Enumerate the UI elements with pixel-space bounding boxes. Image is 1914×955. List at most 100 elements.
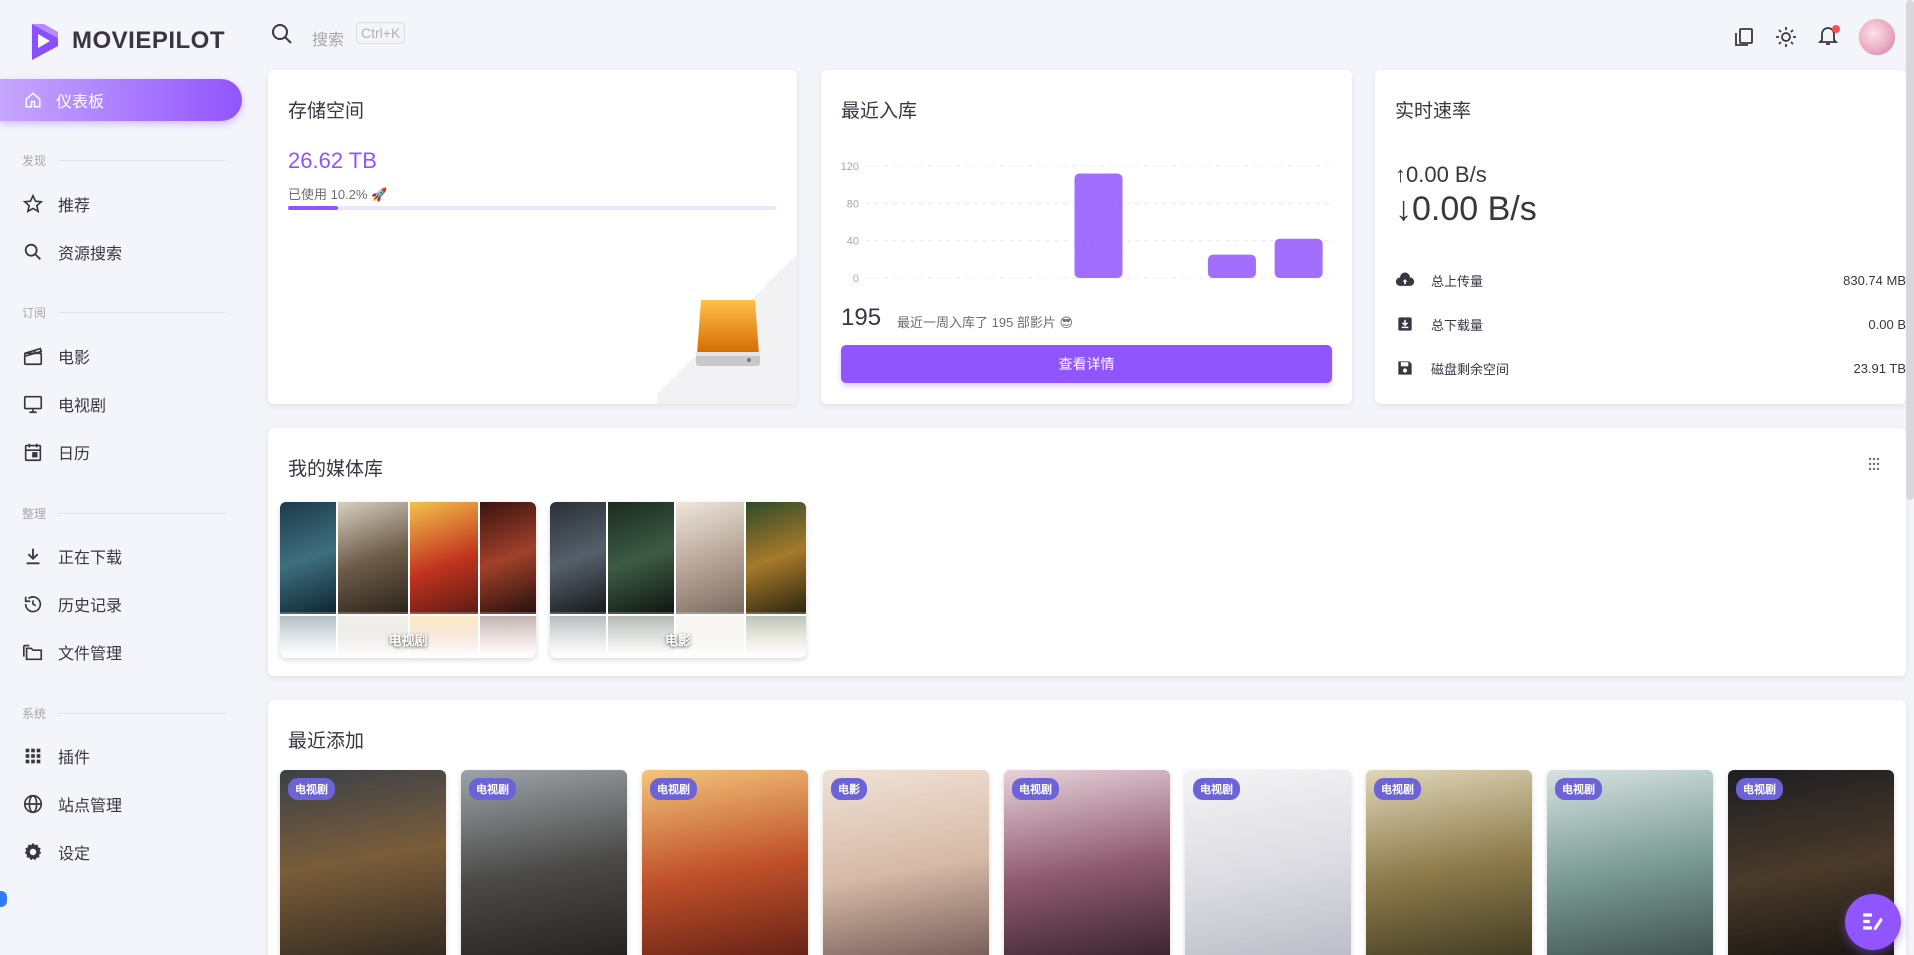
stat-label: 磁盘剩余空间: [1431, 361, 1510, 377]
media-library-title: 我的媒体库: [288, 459, 384, 480]
topbar-actions: [1732, 18, 1896, 56]
media-card[interactable]: 电视剧: [1185, 770, 1351, 955]
sidebar-item-recommend[interactable]: 推荐: [22, 189, 90, 219]
sidebar-item-movie[interactable]: 电影: [22, 341, 90, 371]
hard-drive-icon: [696, 300, 760, 366]
history-icon: [24, 596, 42, 613]
media-card[interactable]: 电视剧: [642, 770, 808, 955]
section-title-organize: 整理: [22, 505, 226, 522]
drag-grid-icon[interactable]: [1866, 456, 1882, 472]
sidebar: MOVIEPILOT 仪表板 发现 推荐 资源搜索 订阅 电影 电视剧 日历 整…: [0, 0, 260, 955]
media-card[interactable]: 电视剧: [280, 770, 446, 955]
media-card[interactable]: 电视剧: [1004, 770, 1170, 955]
stat-label: 总上传量: [1431, 273, 1484, 289]
sidebar-item-label: 资源搜索: [58, 246, 123, 263]
stat-value: 23.91 TB: [1853, 360, 1906, 376]
search-input[interactable]: 搜索: [312, 26, 344, 50]
media-card[interactable]: 电视剧: [1547, 770, 1713, 955]
notification-dot: [1832, 24, 1840, 33]
sidebar-item-plugins[interactable]: 插件: [22, 741, 90, 771]
library-tile-movie[interactable]: 电影: [550, 502, 806, 658]
quick-action-button[interactable]: [1845, 894, 1901, 950]
poster: [338, 502, 408, 614]
media-type-badge: 电视剧: [1736, 778, 1783, 800]
storage-total: 26.62 TB: [288, 148, 377, 173]
chart-bar[interactable]: [1074, 173, 1123, 278]
chart-bar[interactable]: [1207, 254, 1256, 278]
sidebar-item-history[interactable]: 历史记录: [22, 589, 122, 619]
stat-row-disk: 磁盘剩余空间 23.91 TB: [1395, 356, 1906, 380]
sidebar-item-label: 仪表板: [56, 94, 105, 111]
widget-edit-icon: [1863, 913, 1883, 931]
poster: [676, 502, 744, 614]
media-type-badge: 电视剧: [1193, 778, 1240, 800]
y-tick-label: 40: [847, 236, 859, 248]
notifications[interactable]: [1816, 23, 1840, 52]
download-box-icon: [1398, 317, 1412, 331]
sidebar-item-label: 电视剧: [58, 398, 107, 415]
poster: [410, 502, 478, 614]
speed-card: 实时速率 ↑0.00 B/s ↓0.00 B/s 总上传量 830.74 MB …: [1375, 70, 1906, 404]
storage-title: 存储空间: [288, 101, 365, 122]
poster: [480, 502, 536, 614]
media-library-card: 我的媒体库 电视剧 电影: [268, 428, 1906, 676]
speed-title: 实时速率: [1395, 101, 1472, 122]
recently-added-card: 最近添加 电视剧 电视剧 电视剧 电影 电视剧 电视剧 电视剧 电视剧 电视剧: [268, 700, 1906, 955]
sidebar-item-file-manager[interactable]: 文件管理: [22, 637, 122, 667]
poster: [608, 502, 674, 614]
sidebar-item-settings[interactable]: 设定: [22, 837, 90, 867]
floppy-icon: [1398, 361, 1412, 375]
view-details-button[interactable]: 查看详情: [841, 345, 1332, 383]
download-speed: ↓0.00 B/s: [1395, 190, 1537, 228]
sidebar-item-label: 文件管理: [58, 646, 123, 663]
storage-used-text: 已使用 10.2% 🚀: [288, 187, 388, 202]
stat-row-download: 总下载量 0.00 B: [1395, 312, 1906, 336]
sidebar-item-calendar[interactable]: 日历: [22, 437, 90, 467]
sidebar-item-label: 正在下载: [58, 550, 123, 567]
media-card[interactable]: 电视剧: [461, 770, 627, 955]
avatar[interactable]: [1858, 18, 1896, 56]
copy-icon[interactable]: [1732, 25, 1756, 49]
brand[interactable]: MOVIEPILOT: [28, 20, 225, 62]
media-card[interactable]: 电影: [823, 770, 989, 955]
sidebar-item-resource-search[interactable]: 资源搜索: [22, 237, 122, 267]
brand-name: MOVIEPILOT: [72, 27, 226, 54]
chart-bar[interactable]: [1274, 238, 1323, 278]
stat-row-upload: 总上传量 830.74 MB: [1395, 268, 1906, 292]
sidebar-item-label: 推荐: [58, 198, 91, 215]
section-title-subscribe: 订阅: [22, 304, 226, 321]
recent-import-title: 最近入库: [841, 101, 918, 122]
poster: [280, 502, 336, 614]
storage-card: 存储空间 26.62 TB 已使用 10.2% 🚀: [268, 70, 797, 404]
apps-icon: [25, 748, 41, 764]
scrollbar[interactable]: [1906, 0, 1914, 500]
sidebar-item-tv[interactable]: 电视剧: [22, 389, 106, 419]
import-count: 195: [841, 304, 882, 331]
stat-label: 总下载量: [1431, 317, 1484, 333]
sidebar-item-label: 日历: [58, 446, 91, 463]
sidebar-item-label: 历史记录: [58, 598, 123, 615]
sun-icon[interactable]: [1774, 25, 1798, 49]
section-title-system: 系统: [22, 705, 226, 722]
storage-progress: [288, 206, 777, 210]
stat-value: 830.74 MB: [1843, 272, 1906, 288]
gear-icon: [24, 842, 42, 861]
media-type-badge: 电视剧: [288, 778, 335, 800]
download-icon: [26, 548, 40, 565]
search-icon: [24, 243, 41, 260]
search-icon[interactable]: [270, 22, 294, 46]
recently-added-title: 最近添加: [288, 731, 365, 752]
sidebar-item-label: 站点管理: [58, 798, 123, 815]
media-type-badge: 电影: [831, 778, 867, 800]
folder-icon: [23, 644, 43, 661]
import-summary: 最近一周入库了 195 部影片 😎: [897, 315, 1074, 330]
storage-progress-fill: [288, 206, 338, 210]
sidebar-item-dashboard[interactable]: 仪表板: [0, 79, 242, 121]
sidebar-item-label: 电影: [58, 350, 91, 367]
sidebar-item-site-management[interactable]: 站点管理: [22, 789, 122, 819]
media-card[interactable]: 电视剧: [1366, 770, 1532, 955]
cloud-upload-icon: [1395, 272, 1415, 286]
media-type-badge: 电视剧: [1374, 778, 1421, 800]
sidebar-item-downloading[interactable]: 正在下载: [22, 541, 122, 571]
library-tile-tv[interactable]: 电视剧: [280, 502, 536, 658]
